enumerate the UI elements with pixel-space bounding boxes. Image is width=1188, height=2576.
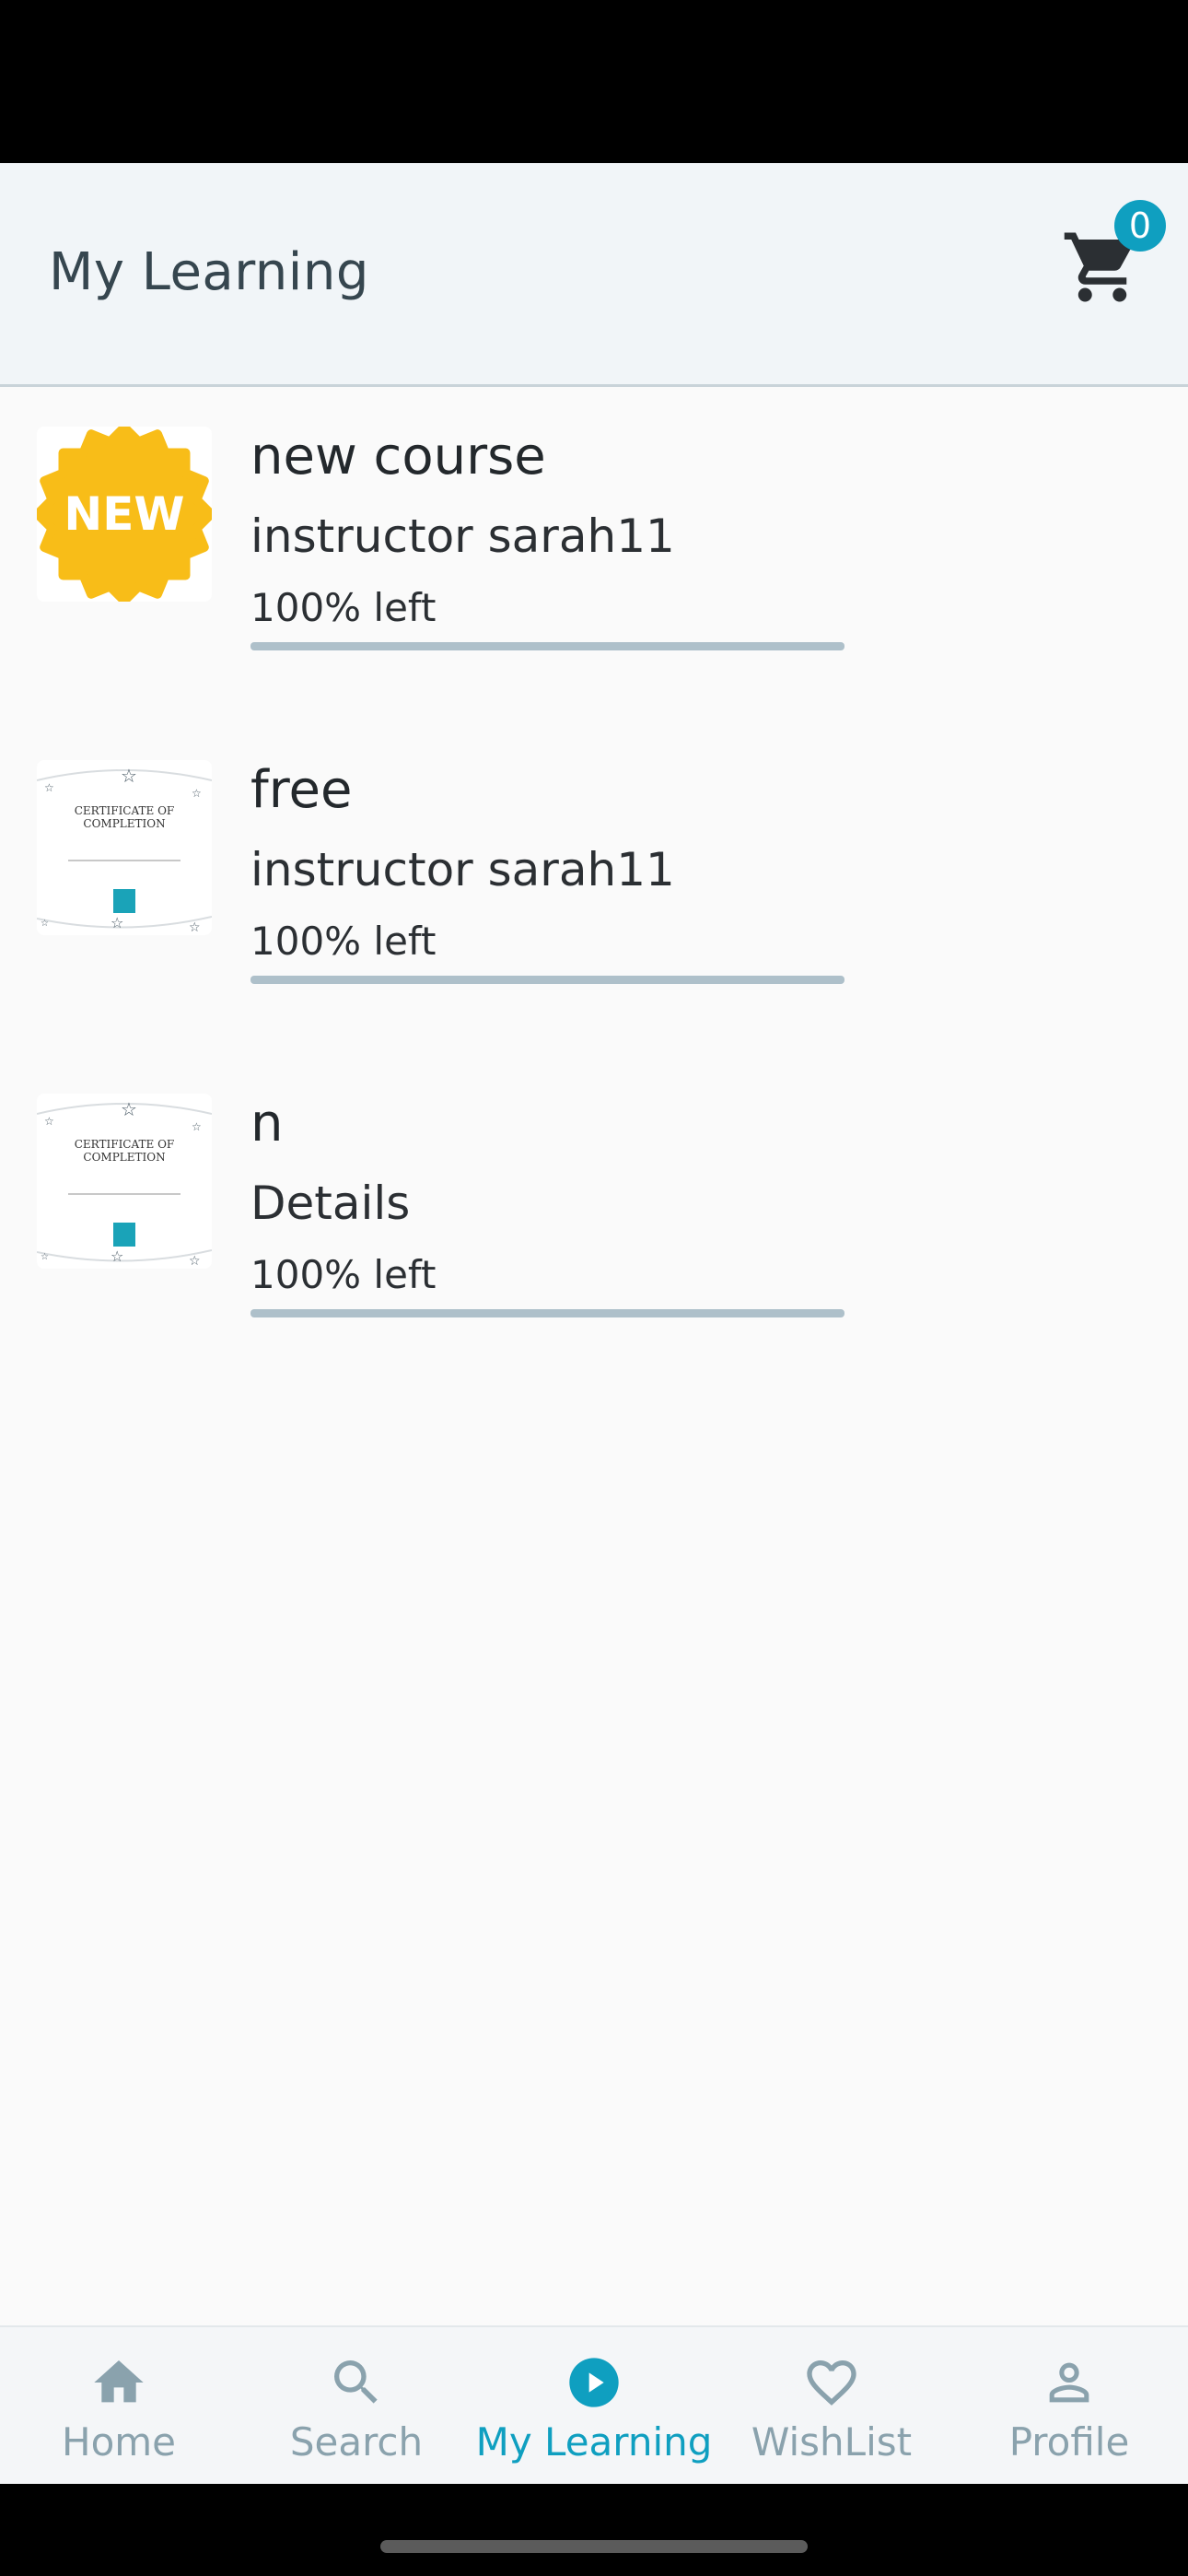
svg-text:☆: ☆ (121, 1098, 137, 1120)
course-title: new course (250, 427, 546, 486)
nav-search[interactable]: Search (238, 2327, 475, 2486)
svg-text:☆: ☆ (111, 914, 123, 931)
course-progress-bar (250, 976, 844, 984)
cart-count-badge: 0 (1114, 200, 1166, 252)
svg-text:☆: ☆ (41, 1252, 49, 1262)
home-icon (94, 2360, 144, 2403)
course-instructor: instructor sarah11 (250, 843, 675, 896)
course-progress-fill (250, 642, 844, 650)
system-nav-area (0, 2484, 1188, 2576)
nav-search-label: Search (289, 2419, 424, 2465)
course-thumbnail: ☆ ☆ ☆ ☆ ☆ ☆ CERTIFICATE OF COMPLETION (37, 1094, 212, 1269)
nav-wishlist[interactable]: WishList (713, 2327, 950, 2486)
svg-text:☆: ☆ (111, 1247, 123, 1265)
svg-text:☆: ☆ (192, 1120, 202, 1133)
nav-profile-label: Profile (1008, 2419, 1130, 2465)
course-progress-label: 100% left (250, 585, 437, 630)
app-header: My Learning 0 (0, 163, 1188, 387)
certificate-seal-icon (113, 889, 135, 913)
certificate-divider (68, 860, 181, 861)
status-bar (0, 0, 1188, 163)
svg-text:☆: ☆ (189, 920, 201, 935)
course-progress-fill (250, 1309, 844, 1317)
course-progress-fill (250, 976, 844, 984)
course-thumbnail: ☆ ☆ ☆ ☆ ☆ ☆ CERTIFICATE OF COMPLETION (37, 760, 212, 935)
course-title: free (250, 760, 353, 820)
nav-wishlist-label: WishList (751, 2419, 913, 2465)
certificate-title: CERTIFICATE OF COMPLETION (74, 1138, 175, 1164)
nav-my-learning[interactable]: My Learning (475, 2327, 713, 2486)
search-icon (334, 2360, 378, 2404)
new-badge-icon: NEW (37, 427, 212, 602)
person-icon (1049, 2362, 1089, 2403)
course-progress-label: 100% left (250, 919, 437, 964)
course-item[interactable]: ☆ ☆ ☆ ☆ ☆ ☆ CERTIFICATE OF COMPLETION fr… (0, 723, 1188, 1000)
course-title: n (250, 1094, 284, 1153)
certificate-divider (68, 1193, 181, 1195)
svg-text:☆: ☆ (44, 781, 54, 794)
svg-text:☆: ☆ (189, 1254, 201, 1269)
course-item[interactable]: NEW new course instructor sarah11 100% l… (0, 390, 1188, 666)
nav-my-learning-label: My Learning (475, 2419, 713, 2465)
certificate-title: CERTIFICATE OF COMPLETION (74, 804, 175, 830)
play-circle-icon (569, 2358, 619, 2407)
course-details: Details (250, 1177, 411, 1230)
course-instructor: instructor sarah11 (250, 509, 675, 563)
bottom-nav: Home Search My Learning WishList Profile (0, 2325, 1188, 2484)
svg-text:☆: ☆ (121, 765, 137, 787)
new-badge-text: NEW (64, 487, 184, 541)
course-progress-bar (250, 642, 844, 650)
certificate-seal-icon (113, 1223, 135, 1247)
svg-text:☆: ☆ (44, 1115, 54, 1128)
nav-home-label: Home (61, 2419, 177, 2465)
nav-home[interactable]: Home (0, 2327, 238, 2486)
svg-text:☆: ☆ (41, 919, 49, 929)
cart-button[interactable]: 0 (1050, 200, 1179, 329)
home-indicator[interactable] (380, 2540, 808, 2553)
course-thumbnail: NEW (37, 427, 212, 602)
heart-icon (807, 2360, 856, 2406)
nav-profile[interactable]: Profile (950, 2327, 1188, 2486)
course-item[interactable]: ☆ ☆ ☆ ☆ ☆ ☆ CERTIFICATE OF COMPLETION n … (0, 1057, 1188, 1333)
page-title: My Learning (49, 242, 369, 302)
svg-text:☆: ☆ (192, 787, 202, 800)
course-progress-bar (250, 1309, 844, 1317)
course-progress-label: 100% left (250, 1252, 437, 1297)
